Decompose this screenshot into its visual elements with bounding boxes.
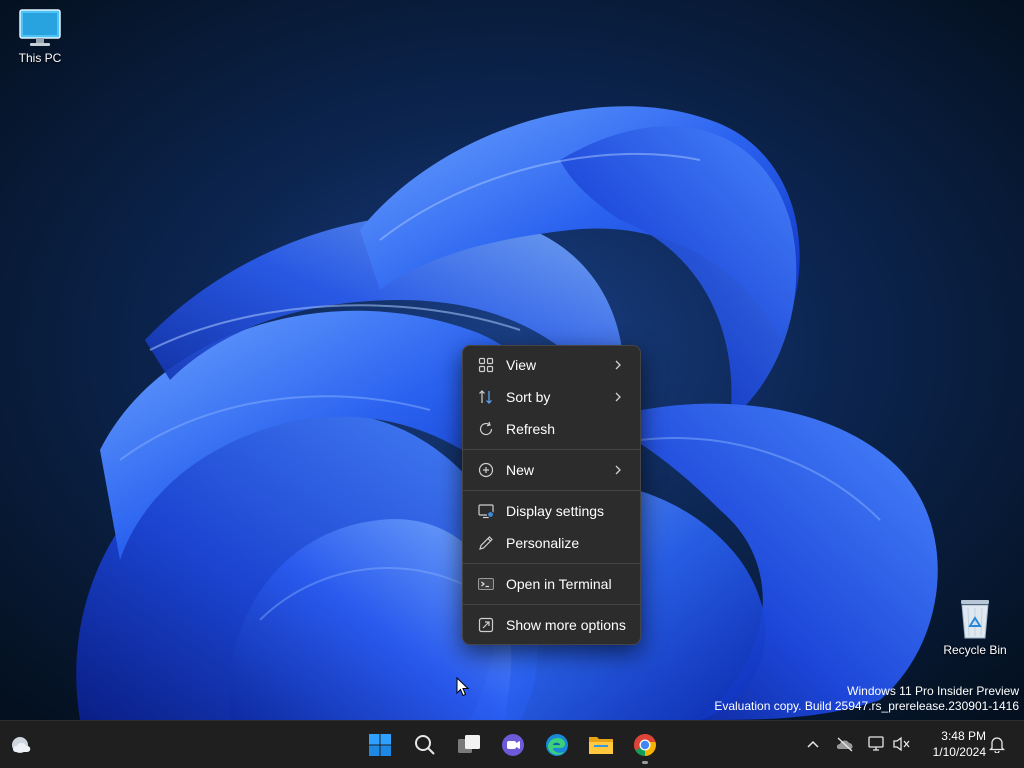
running-indicator bbox=[642, 761, 648, 764]
desktop-icon-recycle-bin[interactable]: Recycle Bin bbox=[935, 596, 1015, 657]
plus-circle-icon bbox=[478, 462, 494, 478]
menu-separator bbox=[463, 490, 640, 491]
recycle-bin-icon bbox=[961, 600, 989, 639]
terminal-icon bbox=[478, 576, 494, 592]
pen-icon bbox=[478, 535, 494, 551]
menu-item-open-in-terminal[interactable]: Open in Terminal bbox=[467, 569, 636, 599]
network-icon bbox=[868, 736, 884, 751]
menu-item-label: New bbox=[506, 462, 535, 478]
chevron-right-icon bbox=[614, 359, 626, 371]
menu-item-label: Display settings bbox=[506, 503, 605, 519]
monitor-icon bbox=[19, 9, 61, 46]
widgets-button[interactable] bbox=[4, 727, 40, 763]
search-button[interactable] bbox=[407, 727, 443, 763]
menu-item-label: Show more options bbox=[506, 617, 626, 633]
notification-center-button[interactable] bbox=[986, 733, 1008, 755]
display-settings-icon bbox=[478, 503, 494, 519]
desktop-icon-this-pc[interactable]: This PC bbox=[0, 8, 80, 65]
menu-item-label: Sort by bbox=[506, 389, 551, 405]
start-button[interactable] bbox=[362, 727, 398, 763]
menu-item-label: View bbox=[506, 357, 537, 373]
chevron-right-icon bbox=[614, 464, 626, 476]
taskbar-clock[interactable]: 3:48 PM 1/10/2024 bbox=[916, 728, 986, 760]
menu-item-new[interactable]: New bbox=[467, 455, 636, 485]
menu-item-label: Refresh bbox=[506, 421, 556, 437]
file-explorer-button[interactable] bbox=[583, 727, 619, 763]
sort-icon bbox=[478, 389, 494, 405]
weather-cloud-icon bbox=[12, 737, 31, 753]
chevron-right-icon bbox=[614, 391, 626, 403]
menu-item-display-settings[interactable]: Display settings bbox=[467, 496, 636, 526]
menu-item-show-more-options[interactable]: Show more options bbox=[467, 610, 636, 640]
chat-button[interactable] bbox=[495, 727, 531, 763]
menu-item-personalize[interactable]: Personalize bbox=[467, 528, 636, 558]
chrome-button[interactable] bbox=[627, 727, 663, 764]
menu-item-label: Open in Terminal bbox=[506, 576, 612, 592]
chevron-up-icon bbox=[807, 740, 819, 748]
menu-item-refresh[interactable]: Refresh bbox=[467, 414, 636, 444]
taskbar: 3:48 PM 1/10/2024 bbox=[0, 720, 1024, 768]
folder-icon bbox=[589, 737, 613, 754]
menu-item-view[interactable]: View bbox=[467, 350, 636, 380]
build-watermark: Windows 11 Pro Insider Preview Evaluatio… bbox=[714, 684, 1019, 714]
menu-item-sort-by[interactable]: Sort by bbox=[467, 382, 636, 412]
menu-separator bbox=[463, 449, 640, 450]
windows-start-icon bbox=[369, 734, 391, 756]
show-hidden-icons-button[interactable] bbox=[802, 733, 824, 755]
onedrive-tray-button[interactable] bbox=[834, 733, 856, 755]
clock-time: 3:48 PM bbox=[941, 729, 986, 743]
volume-muted-icon bbox=[893, 736, 910, 752]
volume-tray-button[interactable] bbox=[891, 733, 913, 755]
task-view-button[interactable] bbox=[451, 727, 487, 763]
watermark-edition: Windows 11 Pro Insider Preview bbox=[847, 684, 1019, 698]
refresh-icon bbox=[478, 421, 494, 437]
chrome-icon bbox=[634, 734, 656, 756]
search-icon bbox=[415, 735, 435, 755]
desktop-icon-label: This PC bbox=[18, 51, 62, 65]
desktop-icon-label: Recycle Bin bbox=[943, 643, 1007, 657]
chat-icon bbox=[502, 734, 524, 756]
edge-button[interactable] bbox=[539, 727, 575, 763]
menu-item-label: Personalize bbox=[506, 535, 580, 551]
menu-separator bbox=[463, 604, 640, 605]
network-tray-button[interactable] bbox=[866, 733, 888, 755]
edge-icon bbox=[546, 734, 568, 756]
mouse-cursor-icon bbox=[456, 677, 470, 697]
watermark-build: Evaluation copy. Build 25947.rs_prerelea… bbox=[714, 699, 1019, 713]
desktop-context-menu: View Sort by Refresh New Display setting… bbox=[462, 345, 641, 645]
onedrive-icon bbox=[836, 737, 853, 752]
clock-date: 1/10/2024 bbox=[932, 745, 986, 759]
more-options-icon bbox=[478, 617, 494, 633]
notification-bell-icon bbox=[988, 737, 1006, 753]
menu-separator bbox=[463, 563, 640, 564]
task-view-icon bbox=[458, 735, 480, 753]
grid-icon bbox=[478, 357, 494, 373]
